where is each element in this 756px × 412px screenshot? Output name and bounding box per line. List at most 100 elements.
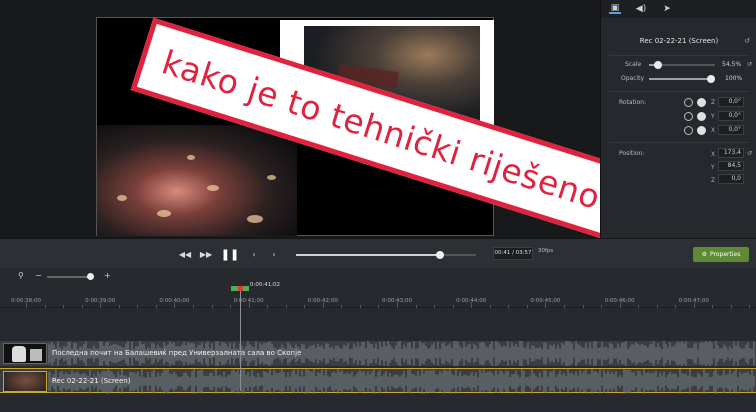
ruler-tick bbox=[508, 305, 510, 308]
ruler-tick bbox=[359, 305, 361, 308]
rotate-x-dial-icon[interactable] bbox=[697, 126, 706, 135]
ruler-tick bbox=[341, 305, 343, 308]
timeline: ⚲ − + 0:00:38;00 0:00:39;00 0:00:40;00 0:00… bbox=[0, 268, 756, 412]
ruler-tick bbox=[730, 305, 732, 308]
ruler-tick bbox=[63, 305, 65, 308]
y-axis-label: Y bbox=[711, 113, 715, 120]
z-axis-label: Z bbox=[711, 177, 716, 184]
fps-label[interactable]: 30fps bbox=[538, 248, 553, 254]
ruler-tick bbox=[601, 305, 603, 308]
properties-tabs: ▣ ◀) ➤ bbox=[601, 0, 756, 18]
position-x-field[interactable]: 173,4 bbox=[718, 148, 744, 158]
ruler-tick bbox=[471, 302, 473, 308]
pause-icon[interactable]: ❚❚ bbox=[221, 245, 239, 263]
ruler-tick bbox=[81, 305, 83, 308]
rotate-z-dial-icon[interactable] bbox=[697, 98, 706, 107]
z-axis-label: Z bbox=[711, 99, 716, 106]
ruler-tick bbox=[489, 305, 491, 308]
ruler-tick bbox=[304, 305, 306, 308]
ruler-tick bbox=[582, 305, 584, 308]
video-clip-candles[interactable] bbox=[97, 125, 297, 236]
timecode: 00:41 / 03:57 bbox=[493, 247, 533, 260]
scale-slider[interactable] bbox=[649, 61, 715, 69]
reset-icon[interactable]: ↺ bbox=[747, 150, 752, 157]
ruler-tick bbox=[712, 305, 714, 308]
scale-label: Scale bbox=[625, 61, 642, 68]
divider bbox=[609, 91, 749, 92]
rotate-y-dial-icon[interactable] bbox=[697, 112, 706, 121]
zoom-in-button[interactable]: + bbox=[104, 271, 111, 280]
divider bbox=[609, 142, 749, 143]
track-clip[interactable]: Последна почит на Балашевиќ пред Универз… bbox=[0, 341, 756, 366]
clip-thumbnail bbox=[3, 371, 47, 392]
ruler-tick bbox=[656, 305, 658, 308]
ruler-tick bbox=[44, 305, 46, 308]
ruler-tick bbox=[749, 305, 751, 308]
zoom-out-button[interactable]: − bbox=[35, 271, 42, 280]
track-label: Rec 02-22-21 (Screen) bbox=[52, 377, 131, 385]
ruler-tick bbox=[230, 305, 232, 308]
ruler-tick bbox=[100, 302, 102, 308]
position-label: Position: bbox=[619, 150, 645, 157]
properties-panel: ▣ ◀) ➤ Rec 02-22-21 (Screen) ↺ Scale 54,… bbox=[600, 0, 756, 238]
waveform-path bbox=[48, 369, 755, 394]
ruler-tick bbox=[545, 302, 547, 308]
next-icon[interactable]: › bbox=[268, 248, 280, 260]
ruler-tick bbox=[378, 305, 380, 308]
reset-icon[interactable]: ↺ bbox=[747, 61, 752, 68]
ruler-tick bbox=[563, 305, 565, 308]
ruler-tick bbox=[267, 305, 269, 308]
y-axis-label: Y bbox=[711, 164, 715, 171]
step-back-icon[interactable]: ◀◀ bbox=[179, 248, 191, 260]
track-clip-selected[interactable]: Rec 02-22-21 (Screen) bbox=[0, 368, 756, 394]
ruler-tick bbox=[137, 305, 139, 308]
scale-value[interactable]: 54,5% bbox=[722, 61, 741, 68]
clip-thumbnail bbox=[3, 343, 47, 364]
audio-waveform bbox=[48, 369, 755, 394]
ruler-tick bbox=[638, 305, 640, 308]
search-icon[interactable]: ⚲ bbox=[18, 271, 24, 280]
rotation-z-field[interactable]: 0,0° bbox=[718, 97, 744, 107]
ruler-tick bbox=[675, 305, 677, 308]
ruler-tick bbox=[434, 305, 436, 308]
divider bbox=[609, 55, 749, 56]
zoom-controls: ⚲ − + bbox=[0, 268, 756, 286]
ruler-tick bbox=[155, 305, 157, 308]
x-axis-label: X bbox=[711, 127, 716, 134]
ruler-tick bbox=[452, 305, 454, 308]
position-y-field[interactable]: 84,5 bbox=[718, 161, 744, 171]
time-ruler[interactable]: 0:00:38;00 0:00:39;00 0:00:40;00 0:00:41;00… bbox=[0, 286, 756, 308]
rotate-x-icon bbox=[684, 126, 693, 135]
playhead-line bbox=[240, 291, 241, 391]
ruler-tick bbox=[322, 302, 324, 308]
cursor-properties-icon[interactable]: ➤ bbox=[661, 4, 673, 14]
gear-icon: ⚙ bbox=[701, 251, 708, 258]
visual-properties-icon[interactable]: ▣ bbox=[609, 3, 621, 14]
ruler-tick bbox=[526, 305, 528, 308]
reset-icon[interactable]: ↺ bbox=[744, 37, 750, 45]
playhead-time: 0:00:41;02 bbox=[250, 282, 281, 288]
ruler-tick bbox=[192, 305, 194, 308]
track-label: Последна почит на Балашевиќ пред Универз… bbox=[52, 349, 302, 357]
zoom-slider[interactable] bbox=[47, 273, 94, 280]
ruler-tick bbox=[248, 302, 250, 308]
previous-icon[interactable]: ‹ bbox=[248, 248, 260, 260]
preview-area: kako je to tehnički riješeno? bbox=[0, 0, 650, 247]
ruler-tick bbox=[211, 305, 213, 308]
properties-button-label: Properties bbox=[710, 251, 741, 258]
step-forward-icon[interactable]: ▶▶ bbox=[200, 248, 212, 260]
properties-button[interactable]: ⚙ Properties bbox=[693, 247, 749, 262]
ruler-tick bbox=[693, 302, 695, 308]
rotate-y-icon bbox=[684, 112, 693, 121]
ruler-tick bbox=[174, 302, 176, 308]
opacity-value[interactable]: 100% bbox=[725, 75, 742, 82]
rotate-z-icon bbox=[684, 98, 693, 107]
rotation-y-field[interactable]: 0,0° bbox=[718, 111, 744, 121]
ruler-tick bbox=[397, 302, 398, 308]
rotation-x-field[interactable]: 0,0° bbox=[718, 125, 744, 135]
scrub-bar[interactable] bbox=[296, 251, 476, 259]
audio-properties-icon[interactable]: ◀) bbox=[635, 4, 647, 14]
ruler-tick bbox=[285, 305, 287, 308]
opacity-slider[interactable] bbox=[649, 75, 715, 83]
position-z-field[interactable]: 0,0 bbox=[718, 174, 744, 184]
